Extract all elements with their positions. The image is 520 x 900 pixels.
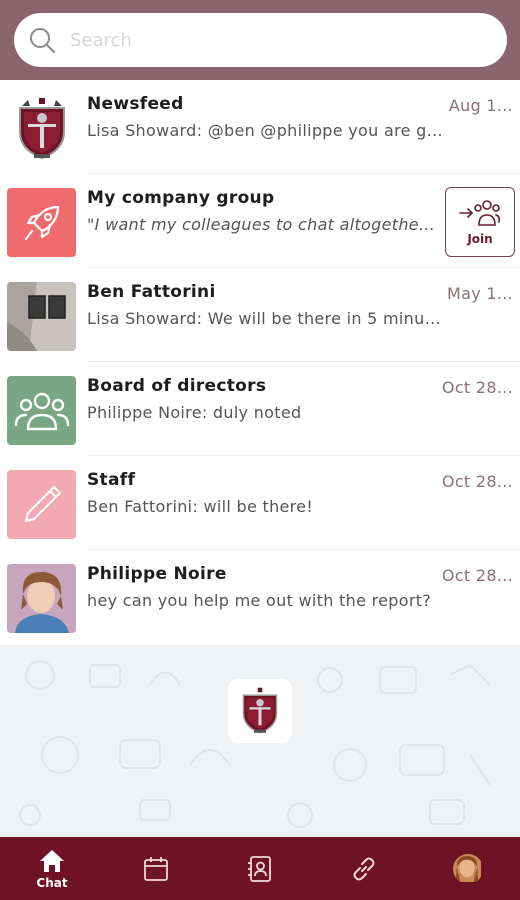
home-icon: [40, 850, 64, 872]
profile-avatar: [453, 853, 483, 884]
chat-date: Oct 28...: [441, 566, 513, 585]
contacts-icon: [248, 855, 271, 882]
chat-background: [0, 645, 520, 837]
chat-title: Ben Fattorini: [87, 282, 216, 302]
chat-last-message: Lisa Showard: @ben @philippe you are goi…: [87, 121, 447, 140]
chat-row-philippe-noire[interactable]: Philippe Noire hey can you help me out w…: [0, 550, 520, 644]
person-photo: [7, 564, 76, 633]
chat-row-newsfeed[interactable]: Newsfeed Lisa Showard: @ben @philippe yo…: [0, 80, 520, 174]
room-photo: [7, 282, 76, 351]
chat-title: Staff: [87, 470, 136, 490]
top-bar: [0, 0, 520, 80]
chat-title: Philippe Noire: [87, 564, 227, 584]
chat-title: Board of directors: [87, 376, 267, 396]
chat-last-message: Ben Fattorini: will be there!: [87, 497, 314, 516]
link-icon: [353, 857, 375, 880]
chat-date: Aug 1...: [448, 96, 513, 115]
chat-row-my-company-group[interactable]: My company group "I want my colleagues t…: [0, 174, 520, 268]
join-group-icon: [459, 200, 500, 226]
join-label: Join: [467, 232, 493, 246]
search-icon: [30, 28, 56, 54]
chat-last-message: hey can you help me out with the report?: [87, 591, 432, 610]
users-icon: [7, 376, 76, 445]
chat-list: Newsfeed Lisa Showard: @ben @philippe yo…: [0, 80, 520, 645]
nav-chat[interactable]: Chat: [0, 837, 104, 900]
crest-logo-icon: [7, 94, 76, 163]
nav-links[interactable]: [312, 837, 416, 900]
app-logo: [228, 679, 292, 743]
calendar-icon: [144, 856, 168, 881]
chat-description: "I want my colleagues to chat altogether…: [87, 215, 439, 234]
bottom-nav: Chat: [0, 837, 520, 900]
chat-title: Newsfeed: [87, 94, 184, 114]
search-input[interactable]: [70, 29, 450, 51]
chat-last-message: Lisa Showard: We will be there in 5 minu…: [87, 309, 447, 328]
chat-title: My company group: [87, 188, 275, 208]
nav-contacts[interactable]: [208, 837, 312, 900]
chat-date: Oct 28...: [441, 378, 513, 397]
chat-date: May 1...: [446, 284, 513, 303]
chat-last-message: Philippe Noire: duly noted: [87, 403, 302, 422]
rocket-icon: [7, 188, 76, 257]
nav-profile[interactable]: [416, 837, 520, 900]
chat-date: Oct 28...: [441, 472, 513, 491]
chat-row-board-of-directors[interactable]: Board of directors Philippe Noire: duly …: [0, 362, 520, 456]
search-bar[interactable]: [14, 13, 507, 67]
chat-row-staff[interactable]: Staff Ben Fattorini: will be there! Oct …: [0, 456, 520, 550]
pencil-icon: [7, 470, 76, 539]
join-button[interactable]: Join: [445, 187, 515, 257]
nav-calendar[interactable]: [104, 837, 208, 900]
nav-chat-label: Chat: [36, 876, 68, 890]
chat-row-ben-fattorini[interactable]: Ben Fattorini Lisa Showard: We will be t…: [0, 268, 520, 362]
